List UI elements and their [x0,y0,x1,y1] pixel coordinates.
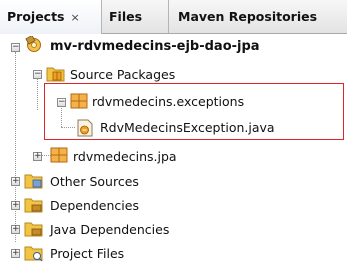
tab-maven-repositories-label: Maven Repositories [178,9,318,24]
tree-item-dependencies[interactable]: + Dependencies [0,193,347,219]
java-dependencies-label: Java Dependencies [50,222,170,237]
tab-close-icon[interactable]: × [71,11,80,24]
tab-maven-repositories[interactable]: Maven Repositories [169,0,347,33]
tab-files-label: Files [109,9,143,24]
expand-toggle-icon[interactable]: + [11,177,20,186]
highlight-box [44,83,344,140]
project-name: mv-rdvmedecins-ejb-dao-jpa [50,39,260,54]
project-files-label: Project Files [50,246,125,261]
expand-toggle-icon[interactable]: + [11,225,20,234]
tab-projects[interactable]: Projects × [0,0,102,34]
expand-toggle-icon[interactable]: + [11,201,20,210]
package-jpa-label: rdvmedecins.jpa [73,149,177,164]
collapse-toggle-icon[interactable]: − [33,70,42,79]
tab-projects-label: Projects [7,9,65,24]
expand-toggle-icon[interactable]: + [33,152,42,161]
source-packages-label: Source Packages [70,67,176,82]
java-dependencies-folder-icon [24,220,44,241]
other-sources-folder-icon [24,172,44,193]
tree-item-other-sources[interactable]: + Other Sources [0,169,347,195]
project-tab-bar: Projects × Files Maven Repositories [0,0,347,34]
collapse-toggle-icon[interactable]: − [11,43,20,52]
package-icon [50,147,68,166]
project-tree: − mv-rdvmedecins-ejb-dao-jpa − Source Pa… [0,34,347,264]
maven-project-icon [24,34,46,59]
other-sources-label: Other Sources [50,174,139,189]
expand-toggle-icon[interactable]: + [11,249,20,258]
tree-item-java-dependencies[interactable]: + Java Dependencies [0,217,347,243]
tab-files[interactable]: Files [102,0,169,33]
tree-item-project-files[interactable]: + Project Files [0,241,347,267]
tree-item-project[interactable]: − mv-rdvmedecins-ejb-dao-jpa [0,34,347,60]
dependencies-folder-icon [24,196,44,217]
project-files-folder-icon [24,244,44,265]
tree-item-package-jpa[interactable]: + rdvmedecins.jpa [0,144,347,170]
dependencies-label: Dependencies [50,198,139,213]
